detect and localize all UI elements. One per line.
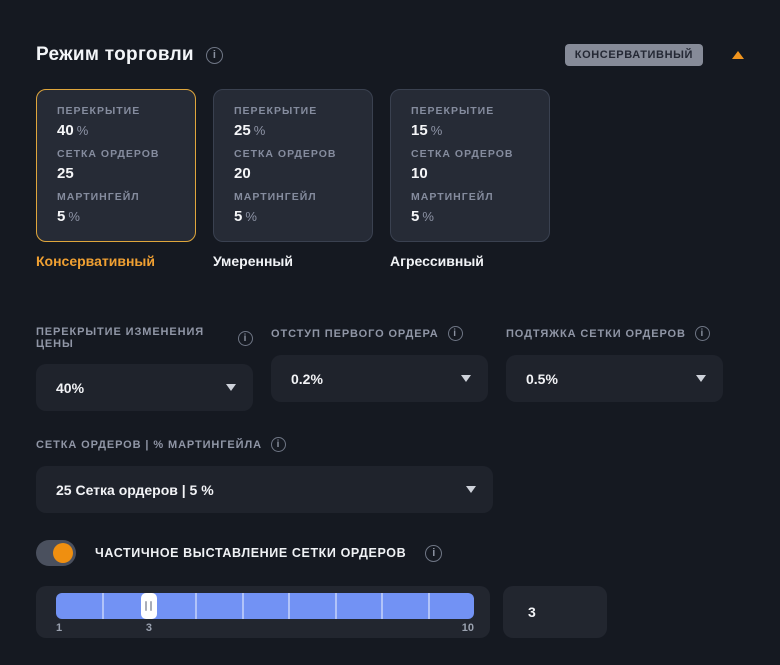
trading-mode-panel: Режим торговли i КОНСЕРВАТИВНЫЙ ПЕРЕКРЫТ… [0, 0, 780, 638]
field-label: МАРТИНГЕЙЛ [234, 191, 364, 203]
slider-value-field[interactable]: 3 [503, 586, 607, 638]
info-icon[interactable]: i [271, 437, 286, 452]
mode-card-conservative[interactable]: ПЕРЕКРЫТИЕ 40% СЕТКА ОРДЕРОВ 25 МАРТИНГЕ… [36, 89, 196, 242]
slider-segment-divider [102, 593, 104, 619]
slider-track[interactable] [56, 593, 474, 619]
mode-column-moderate: ПЕРЕКРЫТИЕ 25% СЕТКА ОРДЕРОВ 20 МАРТИНГЕ… [213, 89, 373, 269]
info-icon[interactable]: i [448, 326, 463, 341]
grid-pullup-dropdown[interactable]: 0.5% [506, 355, 723, 402]
select-grid-martingale: СЕТКА ОРДЕРОВ | % МАРТИНГЕЙЛА i 25 Сетка… [36, 437, 493, 513]
field-value: 25% [234, 122, 364, 139]
chevron-down-icon [461, 375, 471, 382]
info-icon[interactable]: i [238, 331, 253, 346]
field-value: 15% [411, 122, 541, 139]
field-label: МАРТИНГЕЙЛ [411, 191, 541, 203]
select-label: ПОДТЯЖКА СЕТКИ ОРДЕРОВ [506, 328, 686, 340]
field-label: СЕТКА ОРДЕРОВ [57, 148, 187, 160]
field-value: 40% [57, 122, 187, 139]
select-label: ОТСТУП ПЕРВОГО ОРДЕРА [271, 328, 439, 340]
mode-column-aggressive: ПЕРЕКРЫТИЕ 15% СЕТКА ОРДЕРОВ 10 МАРТИНГЕ… [390, 89, 550, 269]
slider-max-label: 10 [462, 622, 474, 634]
mode-card-moderate[interactable]: ПЕРЕКРЫТИЕ 25% СЕТКА ОРДЕРОВ 20 МАРТИНГЕ… [213, 89, 373, 242]
slider-segment-divider [288, 593, 290, 619]
field-label: ПЕРЕКРЫТИЕ [411, 105, 541, 117]
slider-segment-divider [428, 593, 430, 619]
select-price-overlap: ПЕРЕКРЫТИЕ ИЗМЕНЕНИЯ ЦЕНЫ i 40% [36, 326, 253, 411]
slider-segment-divider [242, 593, 244, 619]
select-label: СЕТКА ОРДЕРОВ | % МАРТИНГЕЙЛА [36, 439, 262, 451]
mode-cards: ПЕРЕКРЫТИЕ 40% СЕТКА ОРДЕРОВ 25 МАРТИНГЕ… [36, 89, 744, 269]
slider-handle[interactable] [141, 593, 157, 619]
partial-grid-row: ЧАСТИЧНОЕ ВЫСТАВЛЕНИЕ СЕТКИ ОРДЕРОВ i [36, 540, 744, 566]
mode-name-conservative: Консервативный [36, 253, 196, 269]
select-label: ПЕРЕКРЫТИЕ ИЗМЕНЕНИЯ ЦЕНЫ [36, 326, 229, 350]
chevron-down-icon [466, 486, 476, 493]
field-label: СЕТКА ОРДЕРОВ [411, 148, 541, 160]
select-value: 0.2% [291, 371, 323, 387]
field-label: СЕТКА ОРДЕРОВ [234, 148, 364, 160]
settings-selects-row: ПЕРЕКРЫТИЕ ИЗМЕНЕНИЯ ЦЕНЫ i 40% ОТСТУП П… [36, 326, 744, 411]
chevron-down-icon [696, 375, 706, 382]
partial-grid-label: ЧАСТИЧНОЕ ВЫСТАВЛЕНИЕ СЕТКИ ОРДЕРОВ [95, 546, 406, 560]
slider-current-label: 3 [146, 622, 152, 634]
grid-martingale-dropdown[interactable]: 25 Сетка ордеров | 5 % [36, 466, 493, 513]
info-icon[interactable]: i [206, 47, 223, 64]
order-grid-slider[interactable]: 1 3 10 [36, 586, 490, 638]
price-overlap-dropdown[interactable]: 40% [36, 364, 253, 411]
slider-row: 1 3 10 3 [36, 586, 744, 638]
mode-column-conservative: ПЕРЕКРЫТИЕ 40% СЕТКА ОРДЕРОВ 25 МАРТИНГЕ… [36, 89, 196, 269]
chevron-down-icon [226, 384, 236, 391]
partial-grid-toggle[interactable] [36, 540, 76, 566]
header: Режим торговли i КОНСЕРВАТИВНЫЙ [36, 44, 744, 66]
slider-segment-divider [381, 593, 383, 619]
field-value: 10 [411, 165, 541, 182]
field-value: 25 [57, 165, 187, 182]
field-value: 20 [234, 165, 364, 182]
mode-card-aggressive[interactable]: ПЕРЕКРЫТИЕ 15% СЕТКА ОРДЕРОВ 10 МАРТИНГЕ… [390, 89, 550, 242]
field-label: ПЕРЕКРЫТИЕ [57, 105, 187, 117]
select-value: 25 Сетка ордеров | 5 % [56, 482, 214, 498]
select-value: 0.5% [526, 371, 558, 387]
field-label: МАРТИНГЕЙЛ [57, 191, 187, 203]
slider-min-label: 1 [56, 622, 62, 634]
field-value: 5% [57, 208, 187, 225]
info-icon[interactable]: i [695, 326, 710, 341]
slider-scale: 1 3 10 [56, 622, 474, 634]
field-value: 5% [411, 208, 541, 225]
page-title: Режим торговли [36, 44, 194, 66]
collapse-chevron-up-icon[interactable] [732, 51, 744, 59]
first-order-indent-dropdown[interactable]: 0.2% [271, 355, 488, 402]
slider-segment-divider [195, 593, 197, 619]
info-icon[interactable]: i [425, 545, 442, 562]
field-value: 5% [234, 208, 364, 225]
slider-segment-divider [335, 593, 337, 619]
select-value: 40% [56, 380, 84, 396]
select-first-order-indent: ОТСТУП ПЕРВОГО ОРДЕРА i 0.2% [271, 326, 488, 411]
mode-name-moderate: Умеренный [213, 253, 373, 269]
select-grid-pullup: ПОДТЯЖКА СЕТКИ ОРДЕРОВ i 0.5% [506, 326, 723, 411]
mode-badge: КОНСЕРВАТИВНЫЙ [565, 44, 703, 66]
toggle-knob [53, 543, 73, 563]
mode-name-aggressive: Агрессивный [390, 253, 550, 269]
field-label: ПЕРЕКРЫТИЕ [234, 105, 364, 117]
